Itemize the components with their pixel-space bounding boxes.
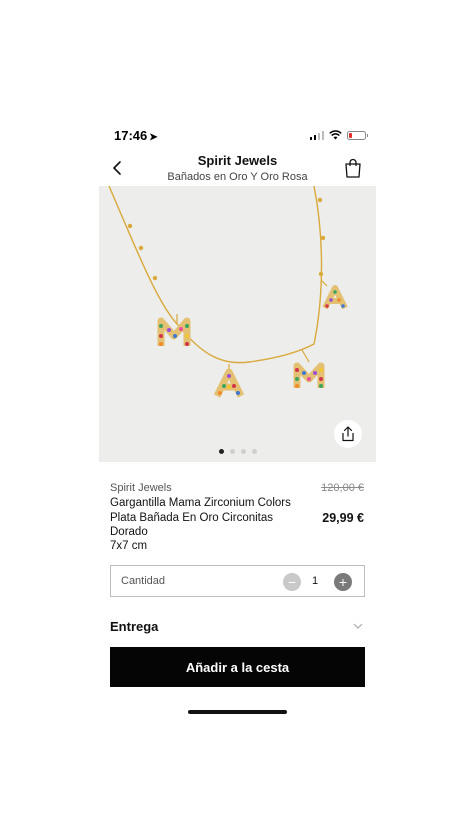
status-icons [309, 130, 368, 140]
wifi-icon [329, 130, 342, 140]
share-button[interactable] [334, 420, 362, 448]
pager-dot-3[interactable] [240, 449, 246, 454]
home-indicator [188, 710, 287, 714]
necklace-photo [108, 186, 348, 398]
product-brand: Spirit Jewels [110, 482, 172, 494]
quantity-decrease-button[interactable]: − [283, 573, 301, 591]
product-name: Gargantilla Mama Zirconium Colors Plata … [110, 497, 291, 538]
quantity-stepper: Cantidad − 1 + [110, 565, 365, 597]
add-to-cart-button[interactable]: Añadir a la cesta [110, 647, 365, 687]
share-icon [342, 426, 354, 442]
product-size: 7x7 cm [110, 540, 148, 552]
sale-price: 29,99 € [322, 511, 364, 525]
chevron-down-icon [353, 623, 363, 629]
clock: 17:46 [114, 128, 148, 143]
quantity-label: Cantidad [121, 575, 166, 587]
store-subtitle: Bañados en Oro Y Oro Rosa [167, 171, 308, 183]
entrega-label: Entrega [110, 619, 159, 634]
entrega-section[interactable]: Entrega [110, 619, 365, 639]
location-arrow-icon: ➤ [149, 132, 158, 143]
status-bar: 17:46 ➤ [99, 128, 376, 146]
pendant-m-left [157, 317, 191, 346]
store-title: Spirit Jewels [197, 153, 278, 168]
shopping-bag-icon[interactable] [344, 158, 362, 178]
pendant-a-middle [213, 368, 245, 398]
image-pager[interactable] [99, 449, 376, 454]
quantity-increase-button[interactable]: + [334, 573, 352, 591]
pendant-m-right [293, 362, 325, 388]
status-time: 17:46 ➤ [114, 128, 158, 143]
pager-dot-1[interactable] [218, 449, 224, 454]
header: Spirit Jewels Bañados en Oro Y Oro Rosa [99, 150, 376, 186]
product-image[interactable] [99, 186, 376, 462]
pager-dot-4[interactable] [251, 449, 257, 454]
battery-icon [347, 130, 368, 140]
pendant-a-top-right [322, 285, 348, 310]
quantity-value: 1 [311, 575, 319, 587]
original-price: 120,00 € [321, 482, 364, 494]
pager-dot-2[interactable] [229, 449, 235, 454]
cellular-signal-icon [309, 130, 324, 140]
